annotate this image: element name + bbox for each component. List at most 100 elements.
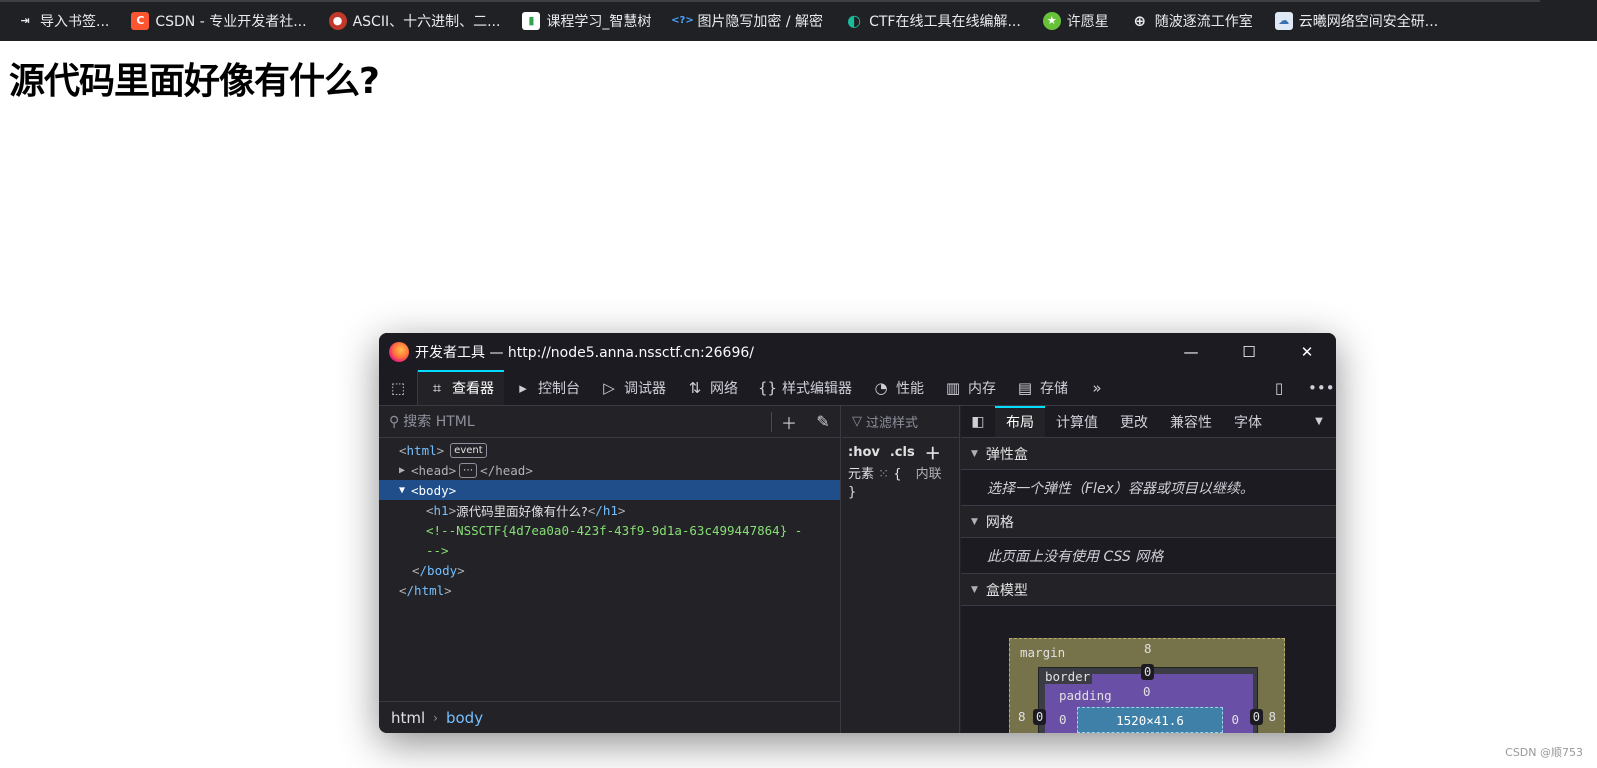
tab-label: 网络	[710, 380, 738, 397]
tab-fonts[interactable]: 字体	[1223, 406, 1273, 437]
tab-memory[interactable]: ▥ 内存	[934, 370, 1006, 405]
margin-right-value[interactable]: 8	[1268, 709, 1276, 724]
filter-styles[interactable]: ▽ 过滤样式	[842, 406, 959, 438]
tab-layout[interactable]: 布局	[995, 406, 1045, 437]
csdn-logo-icon: C	[131, 11, 150, 30]
breadcrumb-body[interactable]: body	[446, 709, 483, 727]
collapsed-ellipsis-icon[interactable]: ⋯	[459, 462, 478, 478]
markup-tree: < html > event ▶ < head > ⋯ </head > ▼ < body >…	[379, 438, 840, 600]
responsive-design-button[interactable]: ▯	[1260, 370, 1298, 405]
bookmark-csdn[interactable]: C CSDN - 专业开发者社...	[127, 8, 310, 34]
event-badge[interactable]: event	[450, 442, 487, 458]
tree-node-html[interactable]: < html > event	[379, 440, 840, 460]
maximize-button[interactable]: ☐	[1220, 333, 1278, 370]
minimize-button[interactable]: —	[1162, 333, 1220, 370]
sidebar-toggle-icon: ◧	[971, 413, 985, 430]
tab-style-editor[interactable]: {} 样式编辑器	[748, 370, 862, 405]
tag-name: /body	[419, 562, 458, 578]
tab-console[interactable]: ▸ 控制台	[504, 370, 590, 405]
padding-right-value[interactable]: 0	[1231, 712, 1239, 727]
close-button[interactable]: ✕	[1278, 333, 1336, 370]
bookmark-course[interactable]: ▮ 课程学习_智慧树	[518, 8, 655, 34]
tab-changes[interactable]: 更改	[1109, 406, 1159, 437]
grid-header[interactable]: ▼ 网格	[961, 506, 1336, 538]
padding-top-value[interactable]: 0	[1143, 684, 1151, 699]
section-title: 盒模型	[985, 582, 1028, 599]
tree-node-comment[interactable]: <!--NSSCTF{4d7ea0a0-423f-43f9-9d1a-63c49…	[379, 520, 840, 540]
padding-left-value[interactable]: 0	[1059, 712, 1067, 727]
eyedropper-button[interactable]: ✎	[806, 412, 840, 431]
box-margin[interactable]: margin 8 8 8 border 0 0 0 padding 0 0 0 …	[1009, 638, 1285, 733]
tree-node-comment-end[interactable]: -->	[379, 540, 840, 560]
search-input[interactable]	[403, 413, 744, 430]
boxmodel-header[interactable]: ▼ 盒模型	[961, 574, 1336, 606]
devtools-title: 开发者工具 — http://node5.anna.nssctf.cn:2669…	[415, 344, 754, 361]
bookmark-wish[interactable]: ★ 许愿星	[1039, 8, 1113, 34]
bookmark-import[interactable]: ⇥ 导入书签...	[12, 8, 113, 34]
tab-label: 布局	[1006, 414, 1034, 431]
tab-computed[interactable]: 计算值	[1045, 406, 1109, 437]
tag-name: head	[418, 462, 449, 478]
hov-toggle[interactable]: :hov	[848, 445, 880, 460]
tab-network[interactable]: ⇅ 网络	[676, 370, 748, 405]
tab-label: 控制台	[538, 380, 580, 397]
html-search: ⚲ ＋ ✎	[379, 406, 840, 438]
filter-icon: ▽	[852, 414, 862, 429]
expand-icon[interactable]: ▶	[399, 465, 411, 476]
tree-node-h1[interactable]: < h1 > 源代码里面好像有什么? </h1 >	[379, 500, 840, 520]
cloud-icon: ☁	[1274, 11, 1293, 30]
filter-placeholder: 过滤样式	[866, 416, 919, 431]
markup-pane: ⚲ ＋ ✎ <html> event ▶ <head> ⋯ </head> ▼ …	[379, 406, 841, 733]
more-options-button[interactable]: •••	[1298, 370, 1336, 405]
caret-down-icon: ▼	[1315, 416, 1323, 427]
tree-node-body-close[interactable]: </body >	[379, 560, 840, 580]
tree-node-head[interactable]: ▶ < head > ⋯ </head >	[379, 460, 840, 480]
bookmark-yunxi[interactable]: ☁ 云曦网络空间安全研...	[1271, 8, 1442, 34]
tab-compatibility[interactable]: 兼容性	[1159, 406, 1223, 437]
breadcrumb-html[interactable]: html	[391, 709, 425, 727]
collapse-icon[interactable]: ▼	[399, 485, 411, 496]
more-tabs-button[interactable]: ▼	[1302, 406, 1336, 437]
border-left-value[interactable]: 0	[1033, 709, 1047, 725]
toggle-sidebar-button[interactable]: ◧	[961, 406, 995, 437]
responsive-icon: ▯	[1274, 378, 1284, 397]
margin-left-value[interactable]: 8	[1018, 709, 1026, 724]
bookmark-stego[interactable]: <?> 图片隐写加密 / 解密	[669, 8, 827, 34]
tab-label: 内存	[968, 380, 996, 397]
tab-inspector[interactable]: ⌗ 查看器	[418, 370, 504, 405]
flexbox-message: 选择一个弹性（Flex）容器或项目以继续。	[961, 470, 1336, 506]
box-content[interactable]: 1520×41.6	[1077, 707, 1223, 733]
node-icon: ⁙	[878, 467, 890, 482]
sidebar-tabs: ◧ 布局 计算值 更改 兼容性 字体 ▼	[961, 406, 1336, 438]
breadcrumb: html › body	[379, 701, 840, 733]
tab-debugger[interactable]: ▷ 调试器	[590, 370, 676, 405]
border-right-value[interactable]: 0	[1249, 709, 1263, 725]
memory-icon: ▥	[945, 378, 961, 397]
rule-source[interactable]: 内联	[916, 467, 942, 482]
firefox-logo-icon	[389, 341, 409, 362]
content-size: 1520×41.6	[1116, 712, 1184, 728]
inspector-icon: ⌗	[432, 378, 442, 397]
bookmark-studio[interactable]: ⊕ 随波逐流工作室	[1127, 8, 1257, 34]
flexbox-header[interactable]: ▼ 弹性盒	[961, 438, 1336, 470]
style-editor-icon: {}	[758, 378, 778, 397]
bookmark-label: ASCII、十六进制、二...	[352, 13, 501, 30]
rule-brace: {	[893, 467, 902, 482]
bookmark-ctf-tool[interactable]: ◐ CTF在线工具在线编解...	[841, 8, 1025, 34]
tree-node-html-close[interactable]: </html >	[379, 580, 840, 600]
tab-storage[interactable]: ▤ 存储	[1006, 370, 1078, 405]
bookmark-label: 随波逐流工作室	[1154, 13, 1253, 30]
cls-toggle[interactable]: .cls	[890, 445, 915, 460]
add-rule-icon[interactable]: ＋	[925, 440, 941, 464]
bookmark-ascii[interactable]: ● ASCII、十六进制、二...	[325, 8, 505, 34]
box-border[interactable]: border 0 0 0 padding 0 0 0 1520×41.6	[1033, 664, 1263, 733]
devtools-titlebar[interactable]: 开发者工具 — http://node5.anna.nssctf.cn:2669…	[379, 333, 1336, 370]
margin-top-value[interactable]: 8	[1144, 641, 1152, 656]
ascii-site-icon: ●	[328, 11, 347, 30]
tree-node-body[interactable]: ▼ < body >	[379, 480, 840, 500]
add-node-button[interactable]: ＋	[772, 410, 806, 434]
more-tools-button[interactable]: »	[1078, 370, 1116, 405]
border-top-value[interactable]: 0	[1141, 664, 1155, 680]
tab-performance[interactable]: ◔ 性能	[862, 370, 934, 405]
element-picker-button[interactable]: ⬚	[379, 370, 418, 405]
